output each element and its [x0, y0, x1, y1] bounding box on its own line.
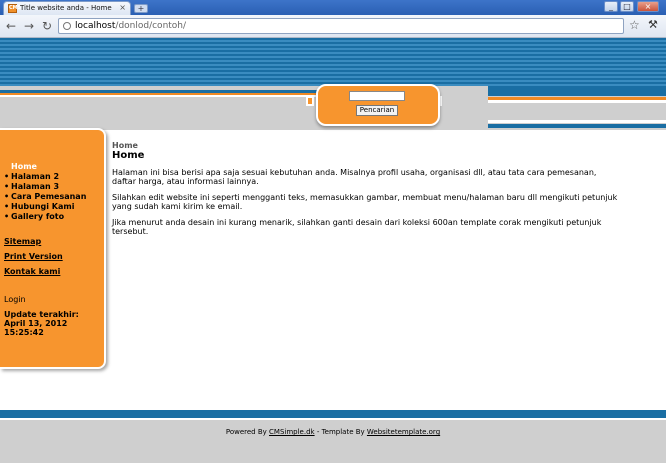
content-paragraph: Halaman ini bisa berisi apa saja sesuai … [112, 168, 597, 186]
forward-arrow-icon[interactable]: → [22, 19, 36, 33]
search-input[interactable] [349, 91, 405, 101]
favicon-icon: CMS [8, 4, 22, 13]
footer-separator: - Template By [316, 428, 365, 436]
wrench-icon[interactable]: ⚒ [648, 18, 658, 32]
header-banner [0, 38, 666, 86]
reload-icon[interactable]: ↻ [40, 19, 54, 33]
sidebar-menu: Halaman 2 Halaman 3 Cara Pemesanan Hubun… [4, 172, 86, 222]
search-pod-tab [306, 96, 314, 106]
search-button[interactable]: Pencarian [356, 105, 398, 116]
browser-titlebar: CMS Title website anda - Home × + _ □ × [0, 0, 666, 15]
header-stripe [488, 124, 666, 128]
page-info-icon[interactable] [63, 22, 71, 30]
cmsimple-link[interactable]: CMSimple.dk [269, 428, 315, 436]
address-text[interactable]: localhost/donlod/contoh/ [75, 21, 186, 31]
content-paragraph: Jika menurut anda desain ini kurang mena… [112, 218, 602, 236]
new-tab-button[interactable]: + [134, 4, 148, 13]
sidebar-item-gallery-foto[interactable]: Gallery foto [4, 212, 86, 222]
header-stripe [488, 120, 666, 123]
footer-stripe [0, 410, 666, 418]
last-updated-time: 15:25:42 [4, 328, 44, 337]
breadcrumb[interactable]: Home [112, 141, 138, 150]
header-stripe [488, 100, 666, 103]
websitetemplate-link[interactable]: Websitetemplate.org [367, 428, 440, 436]
header-stripe [0, 95, 318, 97]
footer [0, 420, 666, 463]
page-title: Home [112, 150, 145, 161]
sidebar-item-hubungi-kami[interactable]: Hubungi Kami [4, 202, 86, 212]
footer-credits: Powered By CMSimple.dk - Template By Web… [0, 428, 666, 436]
footer-powered-by: Powered By [225, 428, 267, 436]
address-bar[interactable]: localhost/donlod/contoh/ [58, 18, 624, 34]
login-link[interactable]: Login [4, 295, 26, 304]
sidebar-item-halaman-3[interactable]: Halaman 3 [4, 182, 86, 192]
tab-close-icon[interactable]: × [119, 3, 126, 13]
tab-title: Title website anda - Home [20, 4, 112, 12]
browser-tab[interactable]: CMS Title website anda - Home × [3, 1, 131, 15]
browser-toolbar: ← → ↻ localhost/donlod/contoh/ ☆ ⚒ [0, 15, 666, 38]
sidebar-item-halaman-2[interactable]: Halaman 2 [4, 172, 86, 182]
last-updated-date: April 13, 2012 [4, 319, 68, 328]
sidebar-item-cara-pemesanan[interactable]: Cara Pemesanan [4, 192, 86, 202]
close-window-button[interactable]: × [637, 1, 659, 12]
star-icon[interactable]: ☆ [629, 18, 640, 32]
content-paragraph: Silahkan edit website ini seperti mengga… [112, 193, 618, 211]
contact-link[interactable]: Kontak kami [4, 267, 60, 276]
sidebar-item-home[interactable]: Home [11, 162, 37, 171]
last-updated-label: Update terakhir: [4, 310, 79, 319]
print-version-link[interactable]: Print Version [4, 252, 63, 261]
last-updated: Update terakhir: April 13, 2012 15:25:42 [4, 310, 104, 337]
minimize-button[interactable]: _ [604, 1, 618, 12]
back-arrow-icon[interactable]: ← [4, 19, 18, 33]
header-stripe [488, 86, 666, 96]
sitemap-link[interactable]: Sitemap [4, 237, 41, 246]
maximize-button[interactable]: □ [620, 1, 634, 12]
